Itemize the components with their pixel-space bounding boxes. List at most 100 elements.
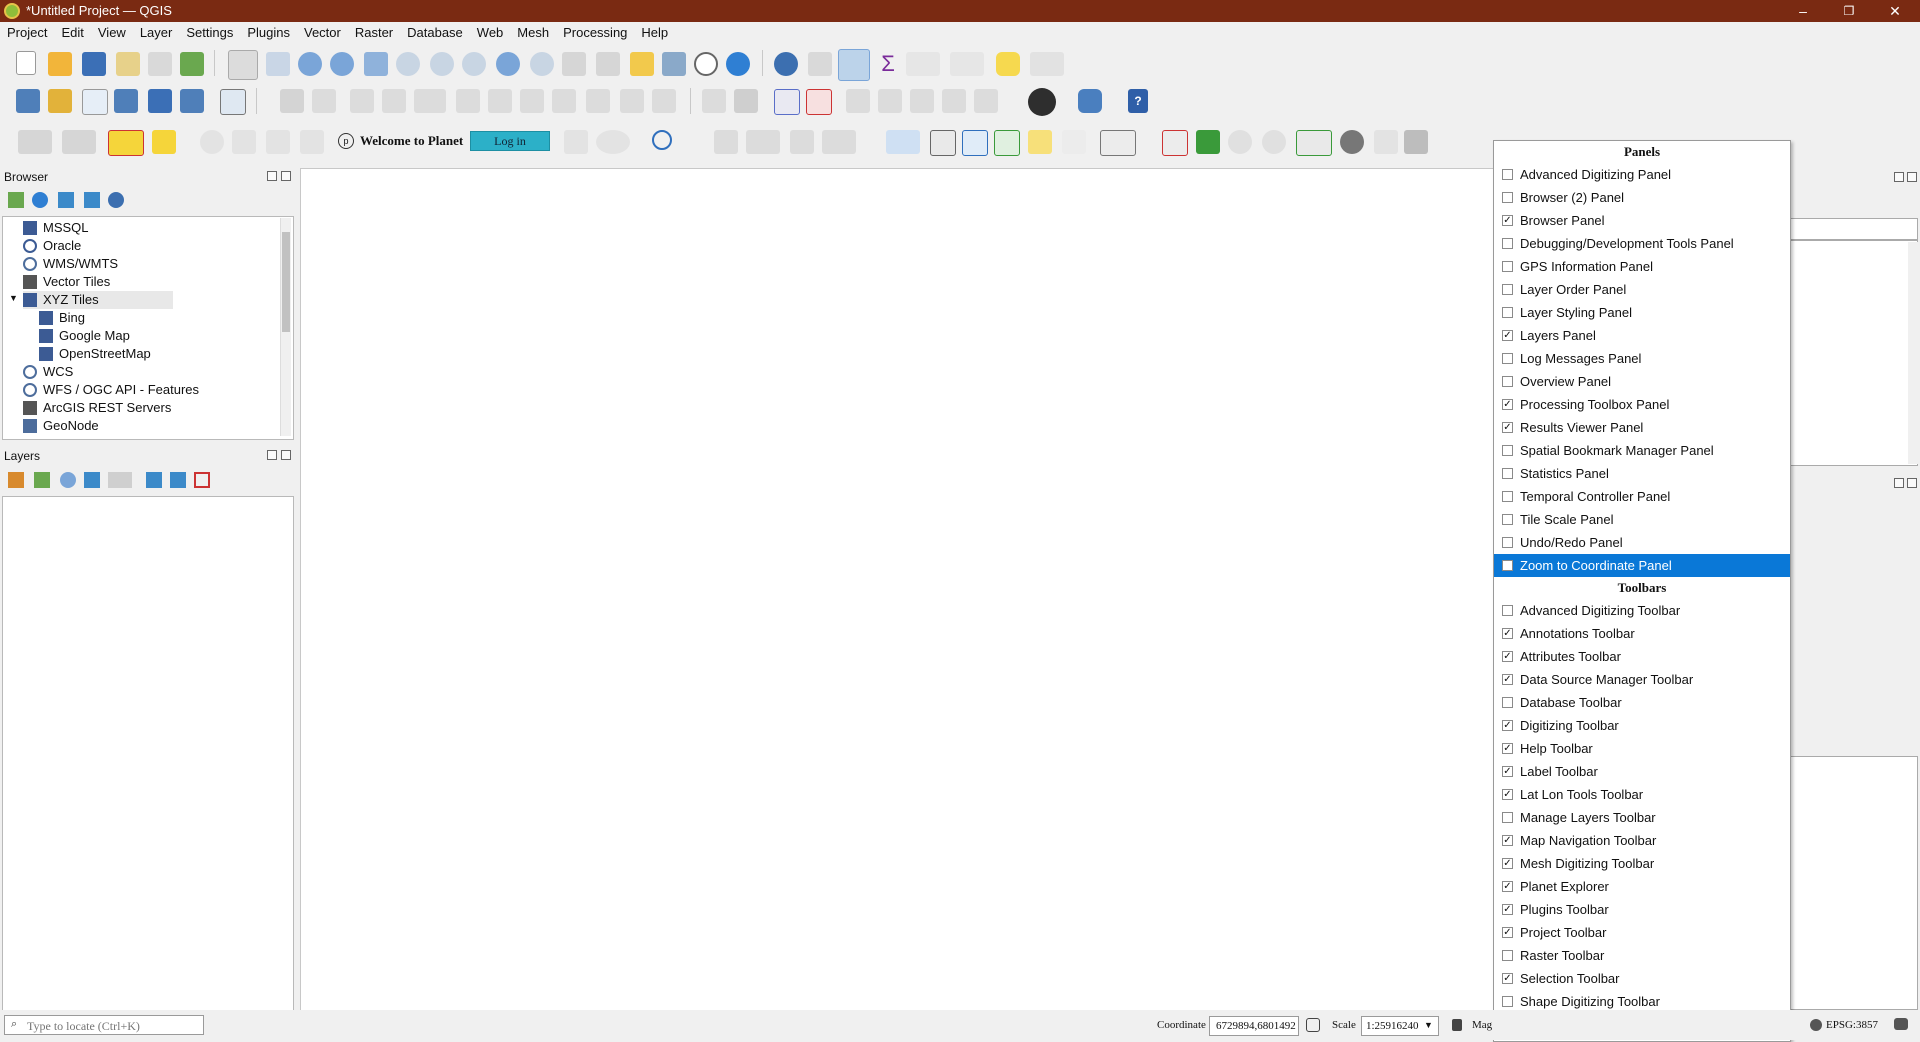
browser-scrollbar-thumb[interactable]: [282, 232, 290, 332]
checkbox[interactable]: [1502, 284, 1513, 295]
menu-item-statistics-panel[interactable]: Statistics Panel: [1494, 462, 1790, 485]
menu-item-planet-explorer[interactable]: ✓ Planet Explorer: [1494, 875, 1790, 898]
marker-annotation-icon[interactable]: [1028, 130, 1052, 154]
new-map-view-icon[interactable]: [562, 52, 586, 76]
expand-arrow-icon[interactable]: ▼: [9, 293, 18, 303]
text-annotation-icon[interactable]: [886, 130, 920, 154]
new-3d-view-icon[interactable]: [596, 52, 620, 76]
checkbox[interactable]: [1502, 307, 1513, 318]
add-group-icon[interactable]: [34, 472, 50, 488]
line-annotation-icon[interactable]: [994, 130, 1020, 156]
checkbox[interactable]: [1502, 353, 1513, 364]
checkbox[interactable]: ✓: [1502, 766, 1513, 777]
help-icon[interactable]: ?: [1128, 89, 1148, 113]
text-box-icon[interactable]: [1100, 130, 1136, 156]
checkbox[interactable]: [1502, 605, 1513, 616]
checkbox[interactable]: [1502, 238, 1513, 249]
menu-layer[interactable]: Layer: [133, 22, 180, 40]
checkbox[interactable]: [1502, 560, 1513, 571]
crs-globe-icon[interactable]: [1810, 1019, 1822, 1031]
menu-item-label-toolbar[interactable]: ✓ Label Toolbar: [1494, 760, 1790, 783]
menu-vector[interactable]: Vector: [297, 22, 348, 40]
float-panel-icon[interactable]: [1894, 478, 1904, 488]
identify-features-icon[interactable]: [774, 52, 798, 76]
close-panel-icon[interactable]: [1907, 172, 1917, 182]
crs-button[interactable]: EPSG:3857: [1826, 1019, 1878, 1031]
show-bookmarks-icon[interactable]: [662, 52, 686, 76]
menu-item-results-viewer-panel[interactable]: ✓ Results Viewer Panel: [1494, 416, 1790, 439]
close-panel-icon[interactable]: [1907, 478, 1917, 488]
lat-lon-globe-icon[interactable]: [1340, 130, 1364, 154]
checkbox[interactable]: [1502, 261, 1513, 272]
checkbox[interactable]: [1502, 192, 1513, 203]
checkbox[interactable]: [1502, 169, 1513, 180]
checkbox[interactable]: [1502, 950, 1513, 961]
statistics-sigma-icon[interactable]: Σ: [876, 52, 900, 76]
layout-manager-icon[interactable]: [148, 52, 172, 76]
planet-explorer-icon[interactable]: [1028, 88, 1056, 116]
layer-styling-icon[interactable]: [8, 472, 24, 488]
menu-item-help-toolbar[interactable]: ✓ Help Toolbar: [1494, 737, 1790, 760]
lock-scale-icon[interactable]: [1452, 1019, 1462, 1031]
zoom-out-icon[interactable]: [330, 52, 354, 76]
layers-list[interactable]: [2, 496, 294, 1012]
checkbox[interactable]: ✓: [1502, 422, 1513, 433]
checkbox[interactable]: ✓: [1502, 858, 1513, 869]
checkbox[interactable]: ✓: [1502, 789, 1513, 800]
python-console-icon[interactable]: [1078, 89, 1102, 113]
processing-scrollbar[interactable]: [1908, 242, 1918, 464]
polygon-annotation-icon[interactable]: [962, 130, 988, 156]
collapse-all-layers-icon[interactable]: [170, 472, 186, 488]
checkbox[interactable]: [1502, 537, 1513, 548]
menu-database[interactable]: Database: [400, 22, 470, 40]
messages-icon[interactable]: [1894, 1018, 1908, 1030]
zoom-last-icon[interactable]: [496, 52, 520, 76]
checkbox[interactable]: ✓: [1502, 628, 1513, 639]
collapse-all-icon[interactable]: [84, 192, 100, 208]
pan-to-selection-icon[interactable]: [266, 52, 290, 76]
menu-item-browser-2-panel[interactable]: Browser (2) Panel: [1494, 186, 1790, 209]
checkbox[interactable]: ✓: [1502, 835, 1513, 846]
menu-item-mesh-digitizing-toolbar[interactable]: ✓ Mesh Digitizing Toolbar: [1494, 852, 1790, 875]
map-tips-icon[interactable]: [996, 52, 1020, 76]
menu-item-project-toolbar[interactable]: ✓ Project Toolbar: [1494, 921, 1790, 944]
remove-layer-icon[interactable]: [194, 472, 210, 488]
menu-item-raster-toolbar[interactable]: Raster Toolbar: [1494, 944, 1790, 967]
checkbox[interactable]: ✓: [1502, 881, 1513, 892]
processing-search-input[interactable]: [1790, 218, 1918, 240]
menu-settings[interactable]: Settings: [179, 22, 240, 40]
menu-item-layer-order-panel[interactable]: Layer Order Panel: [1494, 278, 1790, 301]
checkbox[interactable]: [1502, 445, 1513, 456]
menu-item-tile-scale-panel[interactable]: Tile Scale Panel: [1494, 508, 1790, 531]
menu-item-attributes-toolbar[interactable]: ✓ Attributes Toolbar: [1494, 645, 1790, 668]
filter-browser-icon[interactable]: [58, 192, 74, 208]
add-selected-layers-icon[interactable]: [8, 192, 24, 208]
locate-icon[interactable]: [1030, 52, 1064, 76]
refresh-browser-icon[interactable]: [32, 192, 48, 208]
manage-map-themes-icon[interactable]: [60, 472, 76, 488]
refresh-icon[interactable]: [726, 52, 750, 76]
menu-item-layers-panel[interactable]: ✓ Layers Panel: [1494, 324, 1790, 347]
menu-item-debugging-development-tools-panel[interactable]: Debugging/Development Tools Panel: [1494, 232, 1790, 255]
map-pin-icon[interactable]: [1196, 130, 1220, 154]
measure-line-icon[interactable]: [950, 52, 984, 76]
menu-item-map-navigation-toolbar[interactable]: ✓ Map Navigation Toolbar: [1494, 829, 1790, 852]
checkbox[interactable]: ✓: [1502, 973, 1513, 984]
select-features-icon[interactable]: [18, 130, 52, 154]
menu-item-advanced-digitizing-toolbar[interactable]: Advanced Digitizing Toolbar: [1494, 599, 1790, 622]
menu-view[interactable]: View: [91, 22, 133, 40]
close-panel-icon[interactable]: [281, 450, 291, 460]
close-button[interactable]: ✕: [1872, 0, 1918, 22]
select-by-value-icon[interactable]: [62, 130, 96, 154]
maximize-button[interactable]: ❐: [1826, 0, 1872, 22]
checkbox[interactable]: [1502, 996, 1513, 1007]
checkbox[interactable]: ✓: [1502, 215, 1513, 226]
menu-item-log-messages-panel[interactable]: Log Messages Panel: [1494, 347, 1790, 370]
menu-item-spatial-bookmark-manager-panel[interactable]: Spatial Bookmark Manager Panel: [1494, 439, 1790, 462]
checkbox[interactable]: [1502, 812, 1513, 823]
new-project-icon[interactable]: [16, 51, 36, 75]
new-shapefile-icon[interactable]: [82, 89, 108, 115]
menu-plugins[interactable]: Plugins: [240, 22, 297, 40]
menu-item-overview-panel[interactable]: Overview Panel: [1494, 370, 1790, 393]
menu-item-browser-panel[interactable]: ✓ Browser Panel: [1494, 209, 1790, 232]
